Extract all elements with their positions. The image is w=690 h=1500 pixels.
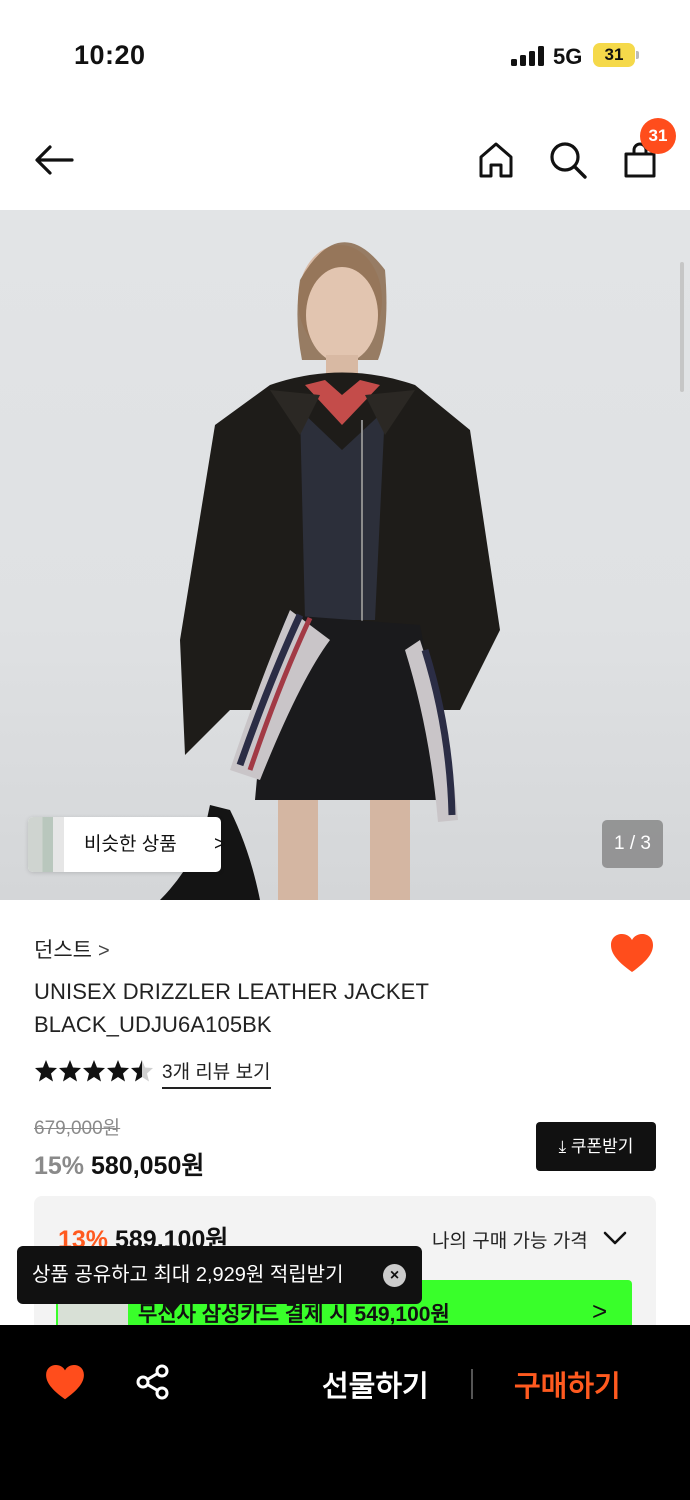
toast-tail [162,1302,182,1314]
discount-percent: 15% [34,1152,85,1180]
product-image[interactable] [0,210,690,900]
cart-count-badge: 31 [640,118,676,154]
buy-button[interactable]: 구매하기 [514,1363,621,1405]
network-label: 5G [553,44,583,69]
star-rating-icon [35,1060,153,1082]
toast-text: 상품 공유하고 최대 2,929원 적립받기 [32,1264,344,1286]
scroll-indicator[interactable] [680,262,684,392]
share-icon[interactable] [134,1363,172,1401]
original-price: 679,000원 [34,1118,121,1139]
my-price-link[interactable]: 나의 구매 가능 가격 [432,1226,588,1253]
heart-icon[interactable] [611,934,653,974]
chevron-right-icon: > [592,1296,608,1326]
sale-price-row: 15% 580,050원 [34,1146,204,1182]
battery-tip [636,51,639,59]
similar-product-thumbnail [28,817,64,872]
battery-icon: 31 [593,43,635,67]
brand-link[interactable]: 던스트 > [34,934,110,964]
status-bar: 10:20 5G 31 [0,0,690,110]
similar-products-button[interactable]: 비슷한 상품 > [28,817,226,872]
nav-bar [0,110,690,208]
product-title: UNISEX DRIZZLER LEATHER JACKET BLACK_UDJ… [34,979,429,1037]
close-icon[interactable]: × [383,1264,406,1287]
share-reward-toast[interactable]: 상품 공유하고 최대 2,929원 적립받기 × [17,1246,422,1314]
divider [471,1369,473,1399]
image-page-indicator: 1 / 3 [602,820,663,868]
chevron-right-icon: > [214,833,226,855]
view-reviews-link[interactable]: 3개 리뷰 보기 [162,1057,271,1089]
similar-products-label: 비슷한 상품 [84,834,177,855]
back-arrow-icon[interactable] [32,138,76,182]
home-icon[interactable] [474,138,518,182]
heart-icon[interactable] [46,1365,84,1401]
bottom-action-bar: 선물하기 구매하기 [0,1325,690,1500]
search-icon[interactable] [546,138,590,182]
chevron-down-icon[interactable] [602,1228,628,1248]
signal-icon [511,46,545,66]
sale-price: 580,050원 [91,1152,205,1180]
brand-name: 던스트 [34,939,92,962]
status-time: 10:20 [74,40,146,70]
gift-button[interactable]: 선물하기 [322,1363,429,1405]
chevron-right-icon: > [97,940,110,962]
product-photo [160,242,500,900]
get-coupon-button[interactable]: ⤓ 쿠폰받기 [536,1122,656,1171]
